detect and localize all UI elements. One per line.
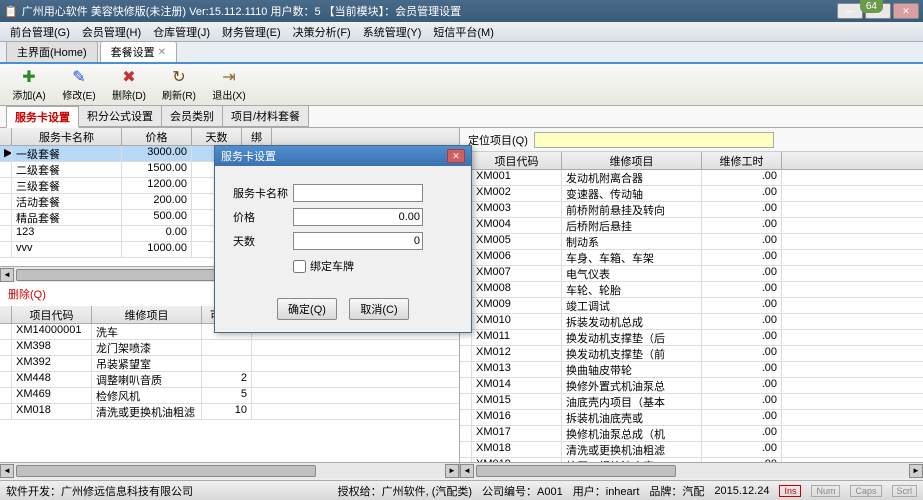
tab-home[interactable]: 主界面(Home) — [6, 41, 98, 62]
table-row[interactable]: XM018清洗或更换机油粗滤10 — [0, 404, 459, 420]
table-row[interactable]: XM007电气仪表.00 — [460, 266, 923, 282]
status-brand: 品牌：汽配 — [649, 483, 704, 499]
table-row[interactable]: XM001发动机附离合器.00 — [460, 170, 923, 186]
name-input[interactable] — [293, 184, 423, 202]
left-bottom-grid[interactable]: XM14000001洗车XM398龙门架喷漆XM392吊装紧望室XM448调整喇… — [0, 324, 459, 462]
table-row[interactable]: XM011换发动机支撑垫（后.00 — [460, 330, 923, 346]
table-row[interactable]: XM005制动系.00 — [460, 234, 923, 250]
filter-label: 定位项目(Q) — [468, 132, 528, 148]
right-grid[interactable]: XM001发动机附离合器.00XM002变速器、传动轴.00XM003前桥附前悬… — [460, 170, 923, 462]
plus-icon: ✚ — [19, 67, 39, 87]
table-row[interactable]: XM013换曲轴皮带轮.00 — [460, 362, 923, 378]
table-row[interactable]: XM004后桥附后悬挂.00 — [460, 218, 923, 234]
add-button[interactable]: ✚添加(A) — [8, 67, 50, 102]
menu-sms[interactable]: 短信平台(M) — [427, 24, 500, 40]
num-indicator: Num — [811, 485, 840, 497]
menu-analysis[interactable]: 决策分析(F) — [287, 24, 357, 40]
window-title: 广州用心软件 美容快修版(未注册) Ver:15.112.1110 用户数：5 … — [18, 3, 837, 19]
close-button[interactable]: ✕ — [893, 3, 919, 19]
app-icon: 📋 — [4, 5, 18, 18]
toolbar: ✚添加(A) ✎修改(E) ✖删除(D) ↻刷新(R) ⇥退出(X) — [0, 64, 923, 106]
ok-button[interactable]: 确定(Q) — [277, 298, 337, 320]
price-label: 价格 — [233, 209, 293, 225]
filter-input[interactable] — [534, 132, 774, 148]
table-row[interactable]: XM015油底壳内项目（基本.00 — [460, 394, 923, 410]
ins-indicator: Ins — [779, 485, 801, 497]
subtab-itemmaterial[interactable]: 项目/材料套餐 — [222, 105, 309, 127]
statusbar: 软件开发：广州修远信息科技有限公司 授权给：广州软件, (汽配类) 公司编号：A… — [0, 480, 923, 500]
left-top-grid-header: 服务卡名称 价格 天数 绑定 — [0, 128, 459, 146]
days-label: 天数 — [233, 233, 293, 249]
tab-package[interactable]: 套餐设置✕ — [100, 41, 177, 62]
table-row[interactable]: XM009竣工调试.00 — [460, 298, 923, 314]
table-row[interactable]: XM006车身、车箱、车架.00 — [460, 250, 923, 266]
arch-badge: 64 — [860, 0, 883, 13]
subtabs: 服务卡设置 积分公式设置 会员类别 项目/材料套餐 — [0, 106, 923, 128]
table-row[interactable]: XM003前桥附前悬挂及转向.00 — [460, 202, 923, 218]
servicecard-dialog: 服务卡设置 ✕ 服务卡名称 价格 天数 绑定车牌 确定(Q) 取消(C) — [214, 145, 472, 333]
bind-vehicle-label: 绑定车牌 — [310, 258, 354, 274]
subtab-points[interactable]: 积分公式设置 — [78, 105, 162, 127]
bind-vehicle-checkbox[interactable] — [293, 260, 306, 273]
right-grid-header: 项目代码 维修项目 维修工时 — [460, 152, 923, 170]
cancel-button[interactable]: 取消(C) — [349, 298, 409, 320]
edit-button[interactable]: ✎修改(E) — [58, 67, 100, 102]
days-input[interactable] — [293, 232, 423, 250]
subtab-servicecard[interactable]: 服务卡设置 — [6, 106, 79, 128]
table-row[interactable]: XM448调整喇叭音质2 — [0, 372, 459, 388]
name-label: 服务卡名称 — [233, 185, 293, 201]
menu-warehouse[interactable]: 仓库管理(J) — [147, 24, 216, 40]
table-row[interactable]: XM002变速器、传动轴.00 — [460, 186, 923, 202]
menu-finance[interactable]: 财务管理(E) — [216, 24, 287, 40]
window-titlebar: 📋 广州用心软件 美容快修版(未注册) Ver:15.112.1110 用户数：… — [0, 0, 923, 22]
status-company: 公司编号：A001 — [482, 483, 563, 499]
table-row[interactable]: XM010拆装发动机总成.00 — [460, 314, 923, 330]
exit-button[interactable]: ⇥退出(X) — [208, 67, 250, 102]
price-input[interactable] — [293, 208, 423, 226]
dialog-close-button[interactable]: ✕ — [447, 149, 465, 163]
main-tabstrip: 主界面(Home) 套餐设置✕ — [0, 42, 923, 64]
status-date: 2015.12.24 — [714, 485, 769, 497]
table-row[interactable]: XM018清洗或更换机油粗滤.00 — [460, 442, 923, 458]
dialog-title: 服务卡设置 — [221, 148, 276, 164]
status-auth: 授权给：广州软件, (汽配类) — [338, 483, 472, 499]
refresh-button[interactable]: ↻刷新(R) — [158, 67, 200, 102]
table-row[interactable]: XM392吊装紧望室 — [0, 356, 459, 372]
refresh-icon: ↻ — [169, 67, 189, 87]
tab-close-icon[interactable]: ✕ — [158, 47, 166, 58]
table-row[interactable]: XM014换修外置式机油泵总.00 — [460, 378, 923, 394]
table-row[interactable]: XM398龙门架喷漆 — [0, 340, 459, 356]
status-user: 用户：inheart — [573, 483, 640, 499]
table-row[interactable]: XM012换发动机支撑垫（前.00 — [460, 346, 923, 362]
table-row[interactable]: XM016拆装机油底壳或.00 — [460, 410, 923, 426]
right-filter-bar: 定位项目(Q) — [460, 128, 923, 152]
table-row[interactable]: XM469检修风机5 — [0, 388, 459, 404]
menu-system[interactable]: 系统管理(Y) — [357, 24, 428, 40]
exit-icon: ⇥ — [219, 67, 239, 87]
scrollbar[interactable]: ◄► — [0, 462, 459, 478]
menu-member[interactable]: 会员管理(H) — [76, 24, 147, 40]
table-row[interactable]: XM008车轮、轮胎.00 — [460, 282, 923, 298]
scrollbar[interactable]: ◄► — [460, 462, 923, 478]
caps-indicator: Caps — [850, 485, 881, 497]
status-dev: 软件开发：广州修远信息科技有限公司 — [6, 483, 193, 499]
subtab-membertype[interactable]: 会员类别 — [161, 105, 223, 127]
delete-button[interactable]: ✖删除(D) — [108, 67, 150, 102]
x-icon: ✖ — [119, 67, 139, 87]
table-row[interactable]: XM017换修机油泵总成（机.00 — [460, 426, 923, 442]
menubar: 前台管理(G) 会员管理(H) 仓库管理(J) 财务管理(E) 决策分析(F) … — [0, 22, 923, 42]
menu-front[interactable]: 前台管理(G) — [4, 24, 76, 40]
scrl-indicator: Scrl — [892, 485, 918, 497]
pencil-icon: ✎ — [69, 67, 89, 87]
